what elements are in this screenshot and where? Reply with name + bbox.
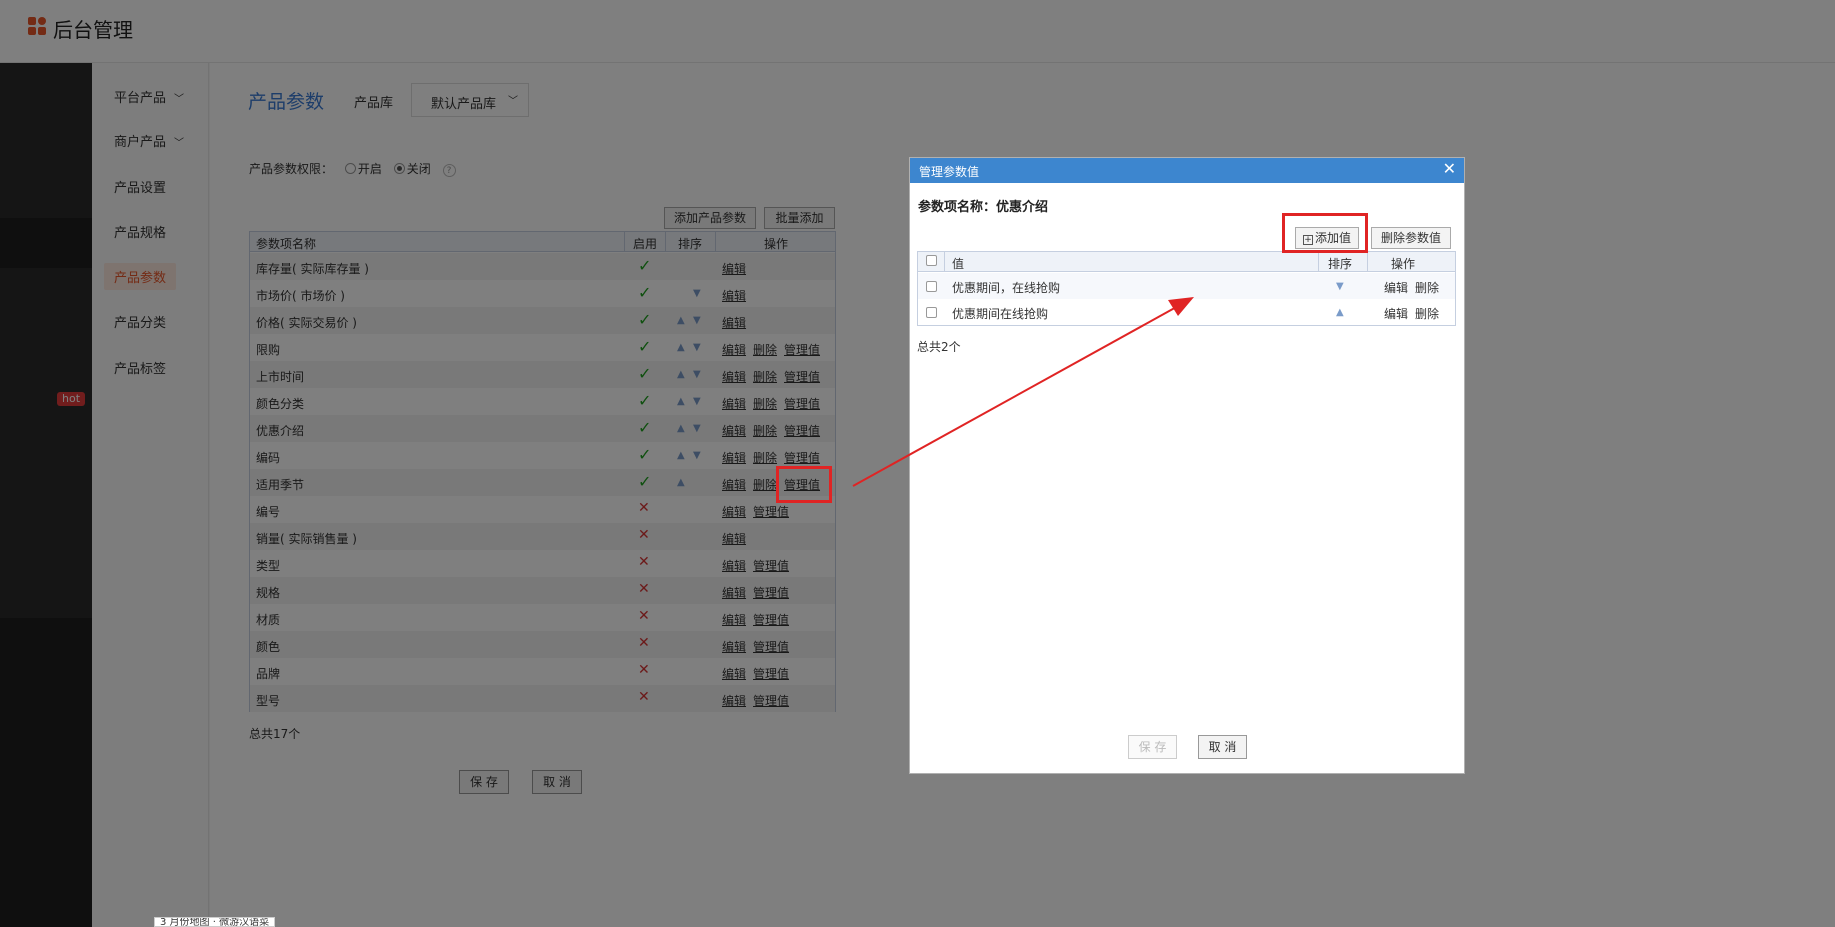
close-icon[interactable]: ✕ xyxy=(1443,159,1456,178)
row-checkbox[interactable] xyxy=(926,281,937,292)
dialog-cancel-button[interactable]: 取 消 xyxy=(1198,735,1247,759)
select-all-checkbox[interactable] xyxy=(926,255,937,266)
value-row: 优惠期间，在线抢购 ▼ 编辑 删除 xyxy=(918,273,1455,299)
row-checkbox[interactable] xyxy=(926,307,937,318)
values-table: 值 排序 操作 优惠期间，在线抢购 ▼ 编辑 删除 优惠期间在线抢购 ▲ 编辑 删除 xyxy=(917,251,1456,326)
values-table-header: 值 排序 操作 xyxy=(918,252,1455,272)
col-actions: 操作 xyxy=(1391,257,1416,271)
value-row: 优惠期间在线抢购 ▲ 编辑 删除 xyxy=(918,299,1455,325)
dialog-title: 管理参数值 xyxy=(910,158,1464,183)
col-sort: 排序 xyxy=(1328,257,1353,271)
dialog-save-button[interactable]: 保 存 xyxy=(1128,735,1177,759)
action-link[interactable]: 删除 xyxy=(1415,305,1439,322)
bottom-tooltip: 3 月份地图 · 微游汉语菜 xyxy=(154,917,276,927)
values-total: 总共2个 xyxy=(917,340,961,354)
manage-values-dialog: 管理参数值 ✕ 参数项名称：优惠介绍 + 添加值 删除参数值 值 排序 操作 优惠… xyxy=(909,157,1465,774)
dialog-param-name: 参数项名称：优惠介绍 xyxy=(918,200,1049,215)
delete-values-button[interactable]: 删除参数值 xyxy=(1371,227,1451,249)
action-link[interactable]: 编辑 xyxy=(1384,305,1408,322)
highlight-box-add-value xyxy=(1282,213,1368,253)
arrow-down-icon[interactable]: ▼ xyxy=(1336,281,1344,292)
value-text: 优惠期间在线抢购 xyxy=(952,307,1049,321)
highlight-box-manage xyxy=(776,466,832,503)
action-link[interactable]: 删除 xyxy=(1415,279,1439,296)
arrow-up-icon[interactable]: ▲ xyxy=(1336,307,1344,318)
col-value: 值 xyxy=(952,257,965,271)
value-text: 优惠期间，在线抢购 xyxy=(952,281,1061,295)
action-link[interactable]: 编辑 xyxy=(1384,279,1408,296)
